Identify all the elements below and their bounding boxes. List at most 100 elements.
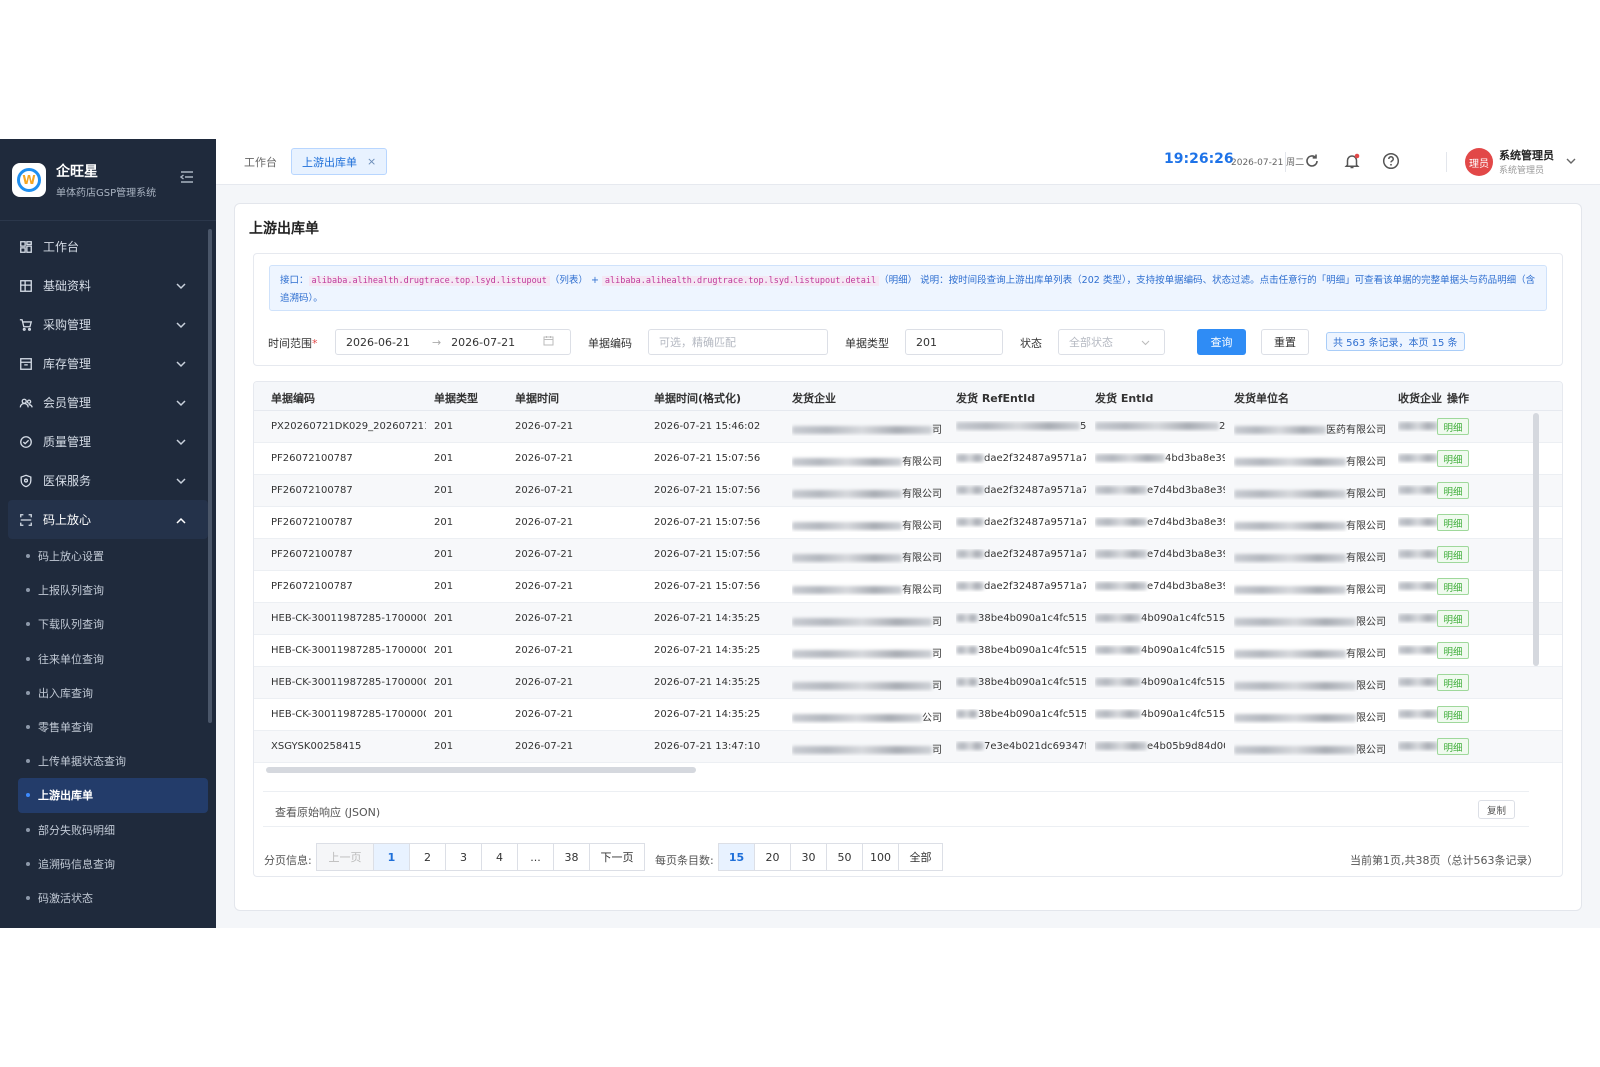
sidebar-subitem[interactable]: 上传单据状态查询	[0, 744, 216, 778]
sidebar-subitem[interactable]: 出入库查询	[0, 676, 216, 710]
status-select[interactable]: 全部状态	[1058, 329, 1165, 355]
sidebar-subitem[interactable]: 码上放心设置	[0, 539, 216, 573]
bell-icon[interactable]	[1343, 152, 1361, 170]
redacted-text	[1398, 454, 1438, 462]
reset-button[interactable]: 重置	[1261, 329, 1309, 355]
collapse-sidebar-icon[interactable]	[179, 171, 194, 187]
avatar[interactable]: 理员	[1465, 148, 1493, 176]
sidebar-item-5[interactable]: 会员管理	[0, 383, 216, 422]
redacted-text	[792, 618, 932, 626]
refresh-icon[interactable]	[1303, 152, 1321, 170]
chevron-down-icon[interactable]	[1566, 155, 1576, 168]
detail-button[interactable]: 明细	[1437, 706, 1469, 723]
chevron-down-icon	[176, 318, 186, 332]
redacted-text	[792, 490, 902, 498]
table-row[interactable]: PF26072100787 201 2026-07-21 2026-07-21 15:…	[254, 571, 1562, 603]
page-size-button[interactable]: 15	[718, 843, 755, 871]
table-row[interactable]: HEB-CK-30011987285-1700000 201 2026-07-21 2…	[254, 635, 1562, 667]
table-row[interactable]: HEB-CK-30011987285-1700000 201 2026-07-21 2…	[254, 699, 1562, 731]
app-shell: W 企旺星 单体药店GSP管理系统 工作台 基础资料 采购管理 库存管理 会员管理 质量管…	[0, 139, 1600, 928]
table-row[interactable]: HEB-CK-30011987285-1700000 201 2026-07-21 2…	[254, 667, 1562, 699]
detail-button[interactable]: 明细	[1437, 642, 1469, 659]
detail-button[interactable]: 明细	[1437, 610, 1469, 627]
page-button[interactable]: 1	[373, 843, 410, 871]
user-name[interactable]: 系统管理员	[1499, 147, 1554, 163]
table-row[interactable]: XSGYSK00258415 201 2026-07-21 2026-07-21 13…	[254, 731, 1562, 763]
clock-time: 19:26:26	[1164, 151, 1234, 167]
page-button[interactable]: ...	[517, 843, 554, 871]
sidebar-subitem[interactable]: 追溯码信息查询	[0, 847, 216, 881]
column-header[interactable]: 单据时间	[515, 390, 559, 406]
column-header[interactable]: 操作	[1447, 390, 1469, 406]
detail-button[interactable]: 明细	[1437, 418, 1469, 435]
column-header[interactable]: 单据类型	[434, 390, 478, 406]
page-size-button[interactable]: 20	[754, 843, 791, 871]
sidebar-subitem[interactable]: 往来单位查询	[0, 642, 216, 676]
page-size-button[interactable]: 50	[826, 843, 863, 871]
table-row[interactable]: PF26072100787 201 2026-07-21 2026-07-21 15:…	[254, 443, 1562, 475]
table-cell: 201	[434, 709, 454, 720]
doc-type-input[interactable]: 201	[905, 329, 1003, 355]
table-row[interactable]: PF26072100787 201 2026-07-21 2026-07-21 15:…	[254, 507, 1562, 539]
sidebar-subitem[interactable]: 码激活状态	[0, 881, 216, 915]
date-to[interactable]: 2026-07-21	[451, 336, 515, 349]
brand: W 企旺星 单体药店GSP管理系统	[0, 139, 216, 221]
sidebar-subitem[interactable]: 部分失败码明细	[0, 813, 216, 847]
close-icon[interactable]: ×	[367, 155, 376, 168]
tab-upstream-outbound[interactable]: 上游出库单 ×	[291, 148, 388, 175]
detail-button[interactable]: 明细	[1437, 674, 1469, 691]
page-size-button[interactable]: 100	[862, 843, 899, 871]
table-cell: dae2f32487a9571a7	[956, 485, 1086, 496]
sidebar-subitem[interactable]: 下载队列查询	[0, 607, 216, 641]
page-button[interactable]: 2	[409, 843, 446, 871]
page-button[interactable]: 3	[445, 843, 482, 871]
calendar-icon[interactable]	[543, 335, 554, 349]
sidebar-subitem[interactable]: 上报队列查询	[0, 573, 216, 607]
sidebar-item-8[interactable]: 码上放心	[8, 500, 208, 539]
redacted-text	[1398, 582, 1438, 590]
copy-button[interactable]: 复制	[1478, 800, 1515, 819]
page-button[interactable]: 4	[481, 843, 518, 871]
table-row[interactable]: PF26072100787 201 2026-07-21 2026-07-21 15:…	[254, 539, 1562, 571]
page-size-button[interactable]: 30	[790, 843, 827, 871]
column-header[interactable]: 收货企业	[1398, 390, 1442, 406]
table-row[interactable]: HEB-CK-30011987285-1700000 201 2026-07-21 2…	[254, 603, 1562, 635]
json-response-bar[interactable]: 查看原始响应 (JSON) 复制	[263, 791, 1529, 827]
time-range-label: 时间范围*	[268, 337, 318, 350]
detail-button[interactable]: 明细	[1437, 546, 1469, 563]
sidebar-item-4[interactable]: 库存管理	[0, 344, 216, 383]
sidebar-item-2[interactable]: 基础资料	[0, 266, 216, 305]
column-header[interactable]: 单据时间(格式化)	[654, 390, 741, 406]
detail-button[interactable]: 明细	[1437, 578, 1469, 595]
detail-button[interactable]: 明细	[1437, 738, 1469, 755]
sidebar-item-1[interactable]: 工作台	[0, 227, 216, 266]
sidebar-item-3[interactable]: 采购管理	[0, 305, 216, 344]
tab-workbench[interactable]: 工作台	[244, 154, 277, 170]
table-row[interactable]: PX20260721DK029_2026072115 201 2026-07-21 2…	[254, 411, 1562, 443]
query-button[interactable]: 查询	[1197, 329, 1246, 355]
doc-code-input[interactable]: 可选，精确匹配	[648, 329, 828, 355]
json-toggle-label[interactable]: 查看原始响应 (JSON)	[275, 804, 380, 820]
next-page-button[interactable]: 下一页	[589, 843, 645, 871]
sidebar-subitem[interactable]: 上游出库单	[18, 778, 208, 813]
page-size-button[interactable]: 全部	[898, 843, 943, 871]
column-header[interactable]: 发货单位名	[1234, 390, 1289, 406]
date-range-picker[interactable]: 2026-06-21 → 2026-07-21	[335, 329, 571, 355]
sidebar-subitem[interactable]: 零售单查询	[0, 710, 216, 744]
sidebar-item-6[interactable]: 质量管理	[0, 422, 216, 461]
detail-button[interactable]: 明细	[1437, 514, 1469, 531]
date-from[interactable]: 2026-06-21	[346, 336, 410, 349]
detail-button[interactable]: 明细	[1437, 450, 1469, 467]
help-icon[interactable]	[1382, 152, 1400, 170]
sidebar-item-7[interactable]: 医保服务	[0, 461, 216, 500]
horizontal-scrollbar[interactable]	[266, 767, 696, 773]
table-row[interactable]: PF26072100787 201 2026-07-21 2026-07-21 15:…	[254, 475, 1562, 507]
page-button[interactable]: 38	[553, 843, 590, 871]
column-header[interactable]: 单据编码	[271, 390, 315, 406]
column-header[interactable]: 发货企业	[792, 390, 836, 406]
column-header[interactable]: 发货 EntId	[1095, 390, 1153, 406]
vertical-scrollbar[interactable]	[1533, 413, 1539, 666]
detail-button[interactable]: 明细	[1437, 482, 1469, 499]
column-header[interactable]: 发货 RefEntId	[956, 390, 1035, 406]
sidebar-scrollbar[interactable]	[208, 229, 212, 723]
